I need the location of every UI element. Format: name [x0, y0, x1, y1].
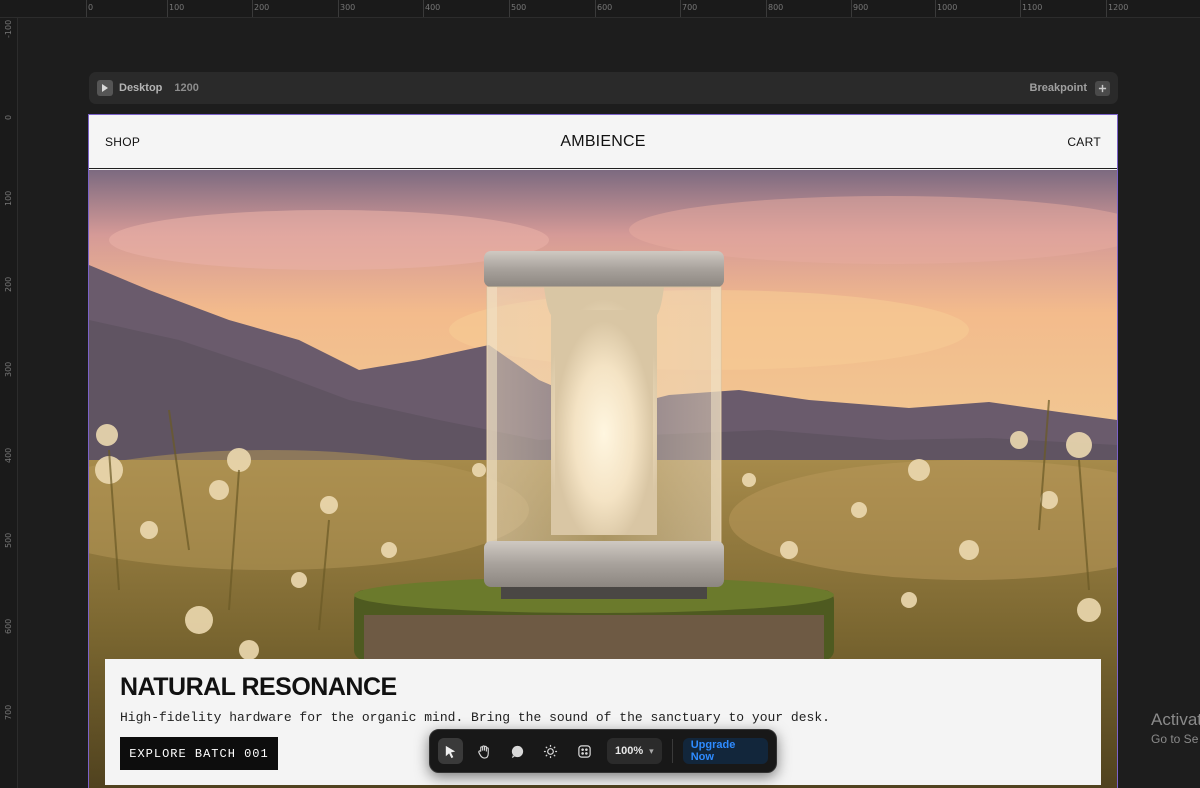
- ruler-label: 0: [85, 0, 94, 17]
- page-frame[interactable]: SHOP AMBIENCE CART NATURAL RESONANCE Hig…: [88, 114, 1118, 788]
- ruler-label: 200: [251, 0, 270, 17]
- shop-link[interactable]: SHOP: [105, 135, 140, 149]
- device-width[interactable]: 1200: [174, 82, 198, 94]
- ruler-label: 600: [594, 0, 613, 17]
- toolbar-divider: [671, 739, 673, 763]
- device-label[interactable]: Desktop: [119, 82, 162, 94]
- pointer-icon[interactable]: [438, 738, 464, 764]
- ruler-label: 400: [422, 0, 441, 17]
- hero-title: NATURAL RESONANCE: [120, 673, 397, 701]
- ruler-label: -100: [4, 19, 13, 38]
- ruler-label: 700: [4, 704, 13, 720]
- brand-logo[interactable]: AMBIENCE: [560, 133, 645, 151]
- ruler-label: 400: [4, 447, 13, 463]
- zoom-value: 100%: [615, 745, 644, 757]
- site-navbar: SHOP AMBIENCE CART: [89, 115, 1117, 169]
- ruler-label: 800: [765, 0, 784, 17]
- ruler-label: 500: [508, 0, 527, 17]
- chevron-down-icon: ▾: [649, 745, 654, 756]
- comment-icon[interactable]: [505, 738, 530, 764]
- ruler-label: 100: [166, 0, 185, 17]
- horizontal-ruler: 0 100 200 300 400 500 600 700 800 900 10…: [0, 0, 1200, 18]
- explore-batch-button[interactable]: EXPLORE BATCH 001: [120, 737, 278, 770]
- editor-toolbar: 100% ▾ Upgrade Now: [429, 729, 777, 773]
- plus-icon[interactable]: [1095, 80, 1110, 96]
- ruler-label: 1200: [1105, 0, 1129, 17]
- hero-subtitle: High-fidelity hardware for the organic m…: [120, 710, 830, 725]
- ruler-label: 1100: [1019, 0, 1043, 17]
- ruler-label: 900: [850, 0, 869, 17]
- design-canvas: 0 100 200 300 400 500 600 700 800 900 10…: [0, 0, 1200, 788]
- os-activation-hint: Go to Se: [1151, 732, 1199, 746]
- ruler-label: 0: [4, 114, 13, 120]
- ruler-label: 100: [4, 190, 13, 206]
- breakpoint-bar: Desktop 1200 Breakpoint: [89, 72, 1118, 104]
- ruler-label: 200: [4, 276, 13, 292]
- vertical-ruler: -100 0 100 200 300 400 500 600 700: [0, 18, 18, 788]
- zoom-select[interactable]: 100% ▾: [607, 738, 662, 764]
- ruler-label: 300: [337, 0, 356, 17]
- play-icon[interactable]: [97, 80, 113, 96]
- cart-link[interactable]: CART: [1067, 135, 1101, 149]
- ruler-label: 500: [4, 532, 13, 548]
- upgrade-button[interactable]: Upgrade Now: [682, 738, 768, 764]
- components-icon[interactable]: [572, 738, 597, 764]
- ruler-label: 1000: [934, 0, 958, 17]
- sun-icon[interactable]: [538, 738, 563, 764]
- ruler-label: 600: [4, 618, 13, 634]
- breakpoint-label: Breakpoint: [1029, 82, 1087, 94]
- os-activation-watermark: Activat: [1151, 710, 1200, 729]
- ruler-label: 300: [4, 361, 13, 377]
- ruler-label: 700: [679, 0, 698, 17]
- hand-icon[interactable]: [471, 738, 496, 764]
